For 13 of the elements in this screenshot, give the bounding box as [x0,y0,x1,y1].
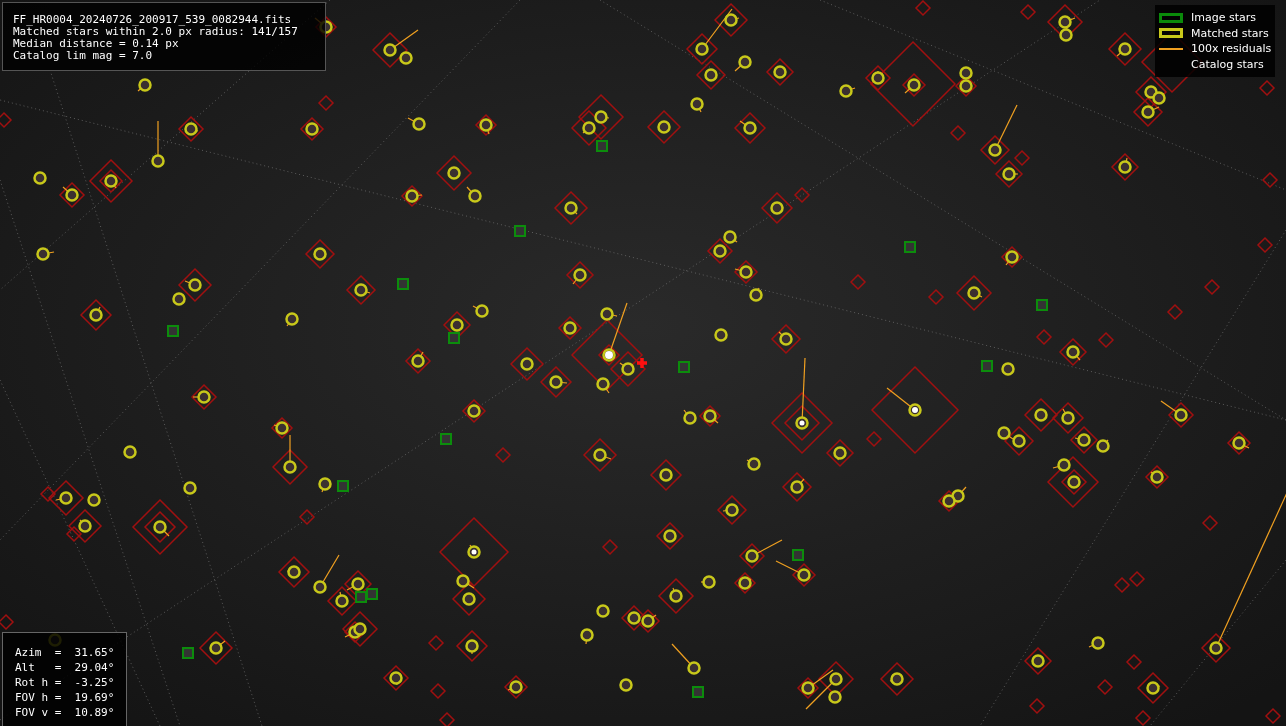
orientation-text: FOV v = 10.89° [15,705,115,720]
info-text: Median distance = 0.14 px [13,38,180,50]
info-text: Matched stars within 2.0 px radius: 141/157 [13,26,299,38]
legend-label: Catalog stars [1191,57,1264,71]
legend-label: Image stars [1191,11,1256,25]
orientation-text: Rot h = -3.25° [15,675,115,690]
orientation-text: Azim = 31.65° [15,645,115,660]
info-text: Catalog lim mag = 7.0 [13,50,154,62]
orientation-text: Alt = 29.04° [15,660,115,675]
info-text: FF_HR0004_20240726_200917_539_0082944.fits [13,14,293,26]
legend-label: Matched stars [1191,26,1269,40]
orientation-text: FOV h = 19.69° [15,690,115,705]
legend-label: 100x residuals [1191,42,1272,56]
